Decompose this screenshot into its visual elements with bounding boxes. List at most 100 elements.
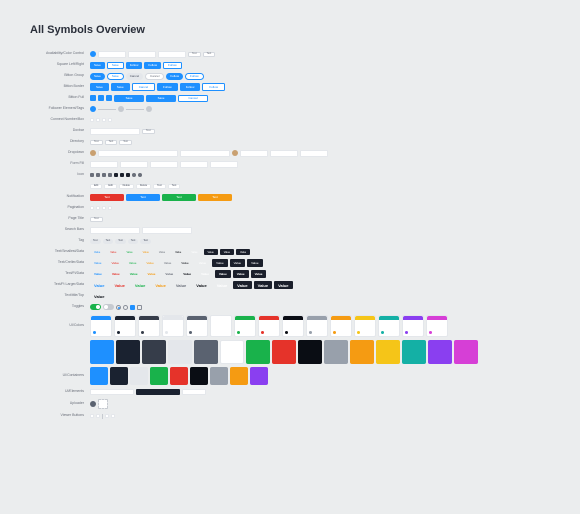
num-box[interactable]	[90, 118, 94, 122]
checkbox[interactable]	[137, 305, 142, 310]
crumb[interactable]: Text	[119, 140, 132, 145]
button[interactable]: Cancel	[132, 83, 155, 91]
page-btn[interactable]	[90, 206, 94, 210]
tag[interactable]: Text	[90, 239, 101, 244]
color-swatch	[230, 367, 248, 385]
text-sample: Value	[106, 249, 120, 255]
dropdown[interactable]	[98, 150, 178, 157]
label: Text/Smallest/Data	[30, 250, 90, 254]
button[interactable]: Save	[146, 95, 176, 102]
step-dot[interactable]	[90, 106, 96, 112]
tag[interactable]: Text	[128, 239, 139, 244]
select[interactable]	[128, 51, 156, 58]
icon-button[interactable]	[106, 95, 112, 101]
color-swatch	[210, 367, 228, 385]
page-btn[interactable]	[108, 206, 112, 210]
button[interactable]: Follow	[144, 62, 161, 69]
button[interactable]: Follow	[166, 73, 183, 80]
search-input[interactable]	[142, 227, 192, 234]
row-bitton-border: Bitton Border Save Save Cancel Follow Fo…	[30, 83, 550, 91]
button[interactable]: Follow	[157, 83, 178, 91]
chip[interactable]: Text	[203, 52, 216, 57]
select[interactable]	[158, 51, 186, 58]
button[interactable]: Follow	[185, 73, 204, 80]
radio[interactable]	[116, 305, 121, 310]
title-chip: Text	[90, 217, 103, 222]
input[interactable]	[90, 161, 118, 168]
toggle[interactable]	[103, 304, 114, 310]
toggle[interactable]	[90, 304, 101, 310]
color-card	[282, 315, 304, 337]
text-sample: Value	[197, 270, 213, 278]
button[interactable]: Save	[90, 73, 105, 80]
select[interactable]	[98, 51, 126, 58]
label: Square Left/Right	[30, 63, 90, 67]
radio[interactable]	[123, 305, 128, 310]
button[interactable]: Save	[114, 95, 144, 102]
step-dot[interactable]	[146, 106, 152, 112]
generic-icon	[138, 173, 142, 177]
input[interactable]	[210, 161, 238, 168]
toast[interactable]: Text	[126, 194, 160, 201]
view-btn[interactable]	[90, 414, 94, 418]
icon-button[interactable]	[90, 95, 96, 101]
dropzone[interactable]	[98, 399, 108, 409]
num-box[interactable]	[96, 118, 100, 122]
num-box[interactable]	[102, 118, 106, 122]
crumb[interactable]: Text	[90, 140, 103, 145]
step-dot[interactable]	[118, 106, 124, 112]
view-btn[interactable]	[96, 414, 100, 418]
toast[interactable]: Text	[90, 194, 124, 201]
dropdown[interactable]	[180, 150, 230, 157]
button[interactable]: Save	[107, 62, 124, 69]
toast[interactable]: Text	[162, 194, 196, 201]
generic-icon	[96, 173, 100, 177]
input[interactable]	[150, 161, 178, 168]
button[interactable]: Save	[111, 83, 130, 91]
tag[interactable]: Text	[142, 129, 155, 134]
checkbox[interactable]	[130, 305, 135, 310]
dropdown[interactable]	[240, 150, 268, 157]
input[interactable]	[90, 128, 140, 135]
page-btn[interactable]	[96, 206, 100, 210]
tag[interactable]: Text	[103, 239, 114, 244]
chip[interactable]: Text	[188, 52, 201, 57]
icon-label[interactable]: Delete	[136, 184, 151, 189]
button[interactable]: Save	[90, 62, 105, 69]
input[interactable]	[180, 161, 208, 168]
button[interactable]: Cancel	[178, 95, 208, 102]
button[interactable]: Save	[90, 83, 109, 91]
button[interactable]: Follow	[202, 83, 225, 91]
row-uielements: UI/Elements	[30, 388, 550, 396]
page-btn[interactable]	[102, 206, 106, 210]
icon-label[interactable]: Text	[168, 184, 181, 189]
view-btn[interactable]	[105, 414, 109, 418]
icon-button[interactable]	[98, 95, 104, 101]
text-sample: Value	[236, 249, 250, 255]
upload-icon[interactable]	[90, 401, 96, 407]
toast[interactable]: Text	[198, 194, 232, 201]
icon-label[interactable]: Delete	[119, 184, 134, 189]
view-btn[interactable]	[111, 414, 115, 418]
dropdown[interactable]	[300, 150, 328, 157]
input[interactable]	[120, 161, 148, 168]
tag[interactable]: Text	[140, 239, 151, 244]
button[interactable]: Cancel	[145, 73, 164, 80]
button[interactable]: Follow	[180, 83, 201, 91]
button[interactable]: Follow	[126, 62, 143, 69]
row-text-ft: Text/Ft/Data ValueValueValueValueValueVa…	[30, 270, 550, 278]
title-sample: Value	[90, 292, 108, 300]
icon-label[interactable]: Edit	[90, 184, 102, 189]
dropdown[interactable]	[270, 150, 298, 157]
icon-label[interactable]: Text	[153, 184, 166, 189]
icon-label[interactable]: Edit	[104, 184, 116, 189]
button[interactable]: Save	[107, 73, 124, 80]
button[interactable]: Follow	[163, 62, 182, 69]
button[interactable]: Cancel	[126, 73, 143, 80]
crumb[interactable]: Text	[105, 140, 118, 145]
tag[interactable]: Text	[115, 239, 126, 244]
row-text-creller: Text/Creller/Data ValueValueValueValueVa…	[30, 259, 550, 267]
num-box[interactable]	[108, 118, 112, 122]
search-input[interactable]	[90, 227, 140, 234]
label: Dovbar	[30, 129, 90, 133]
